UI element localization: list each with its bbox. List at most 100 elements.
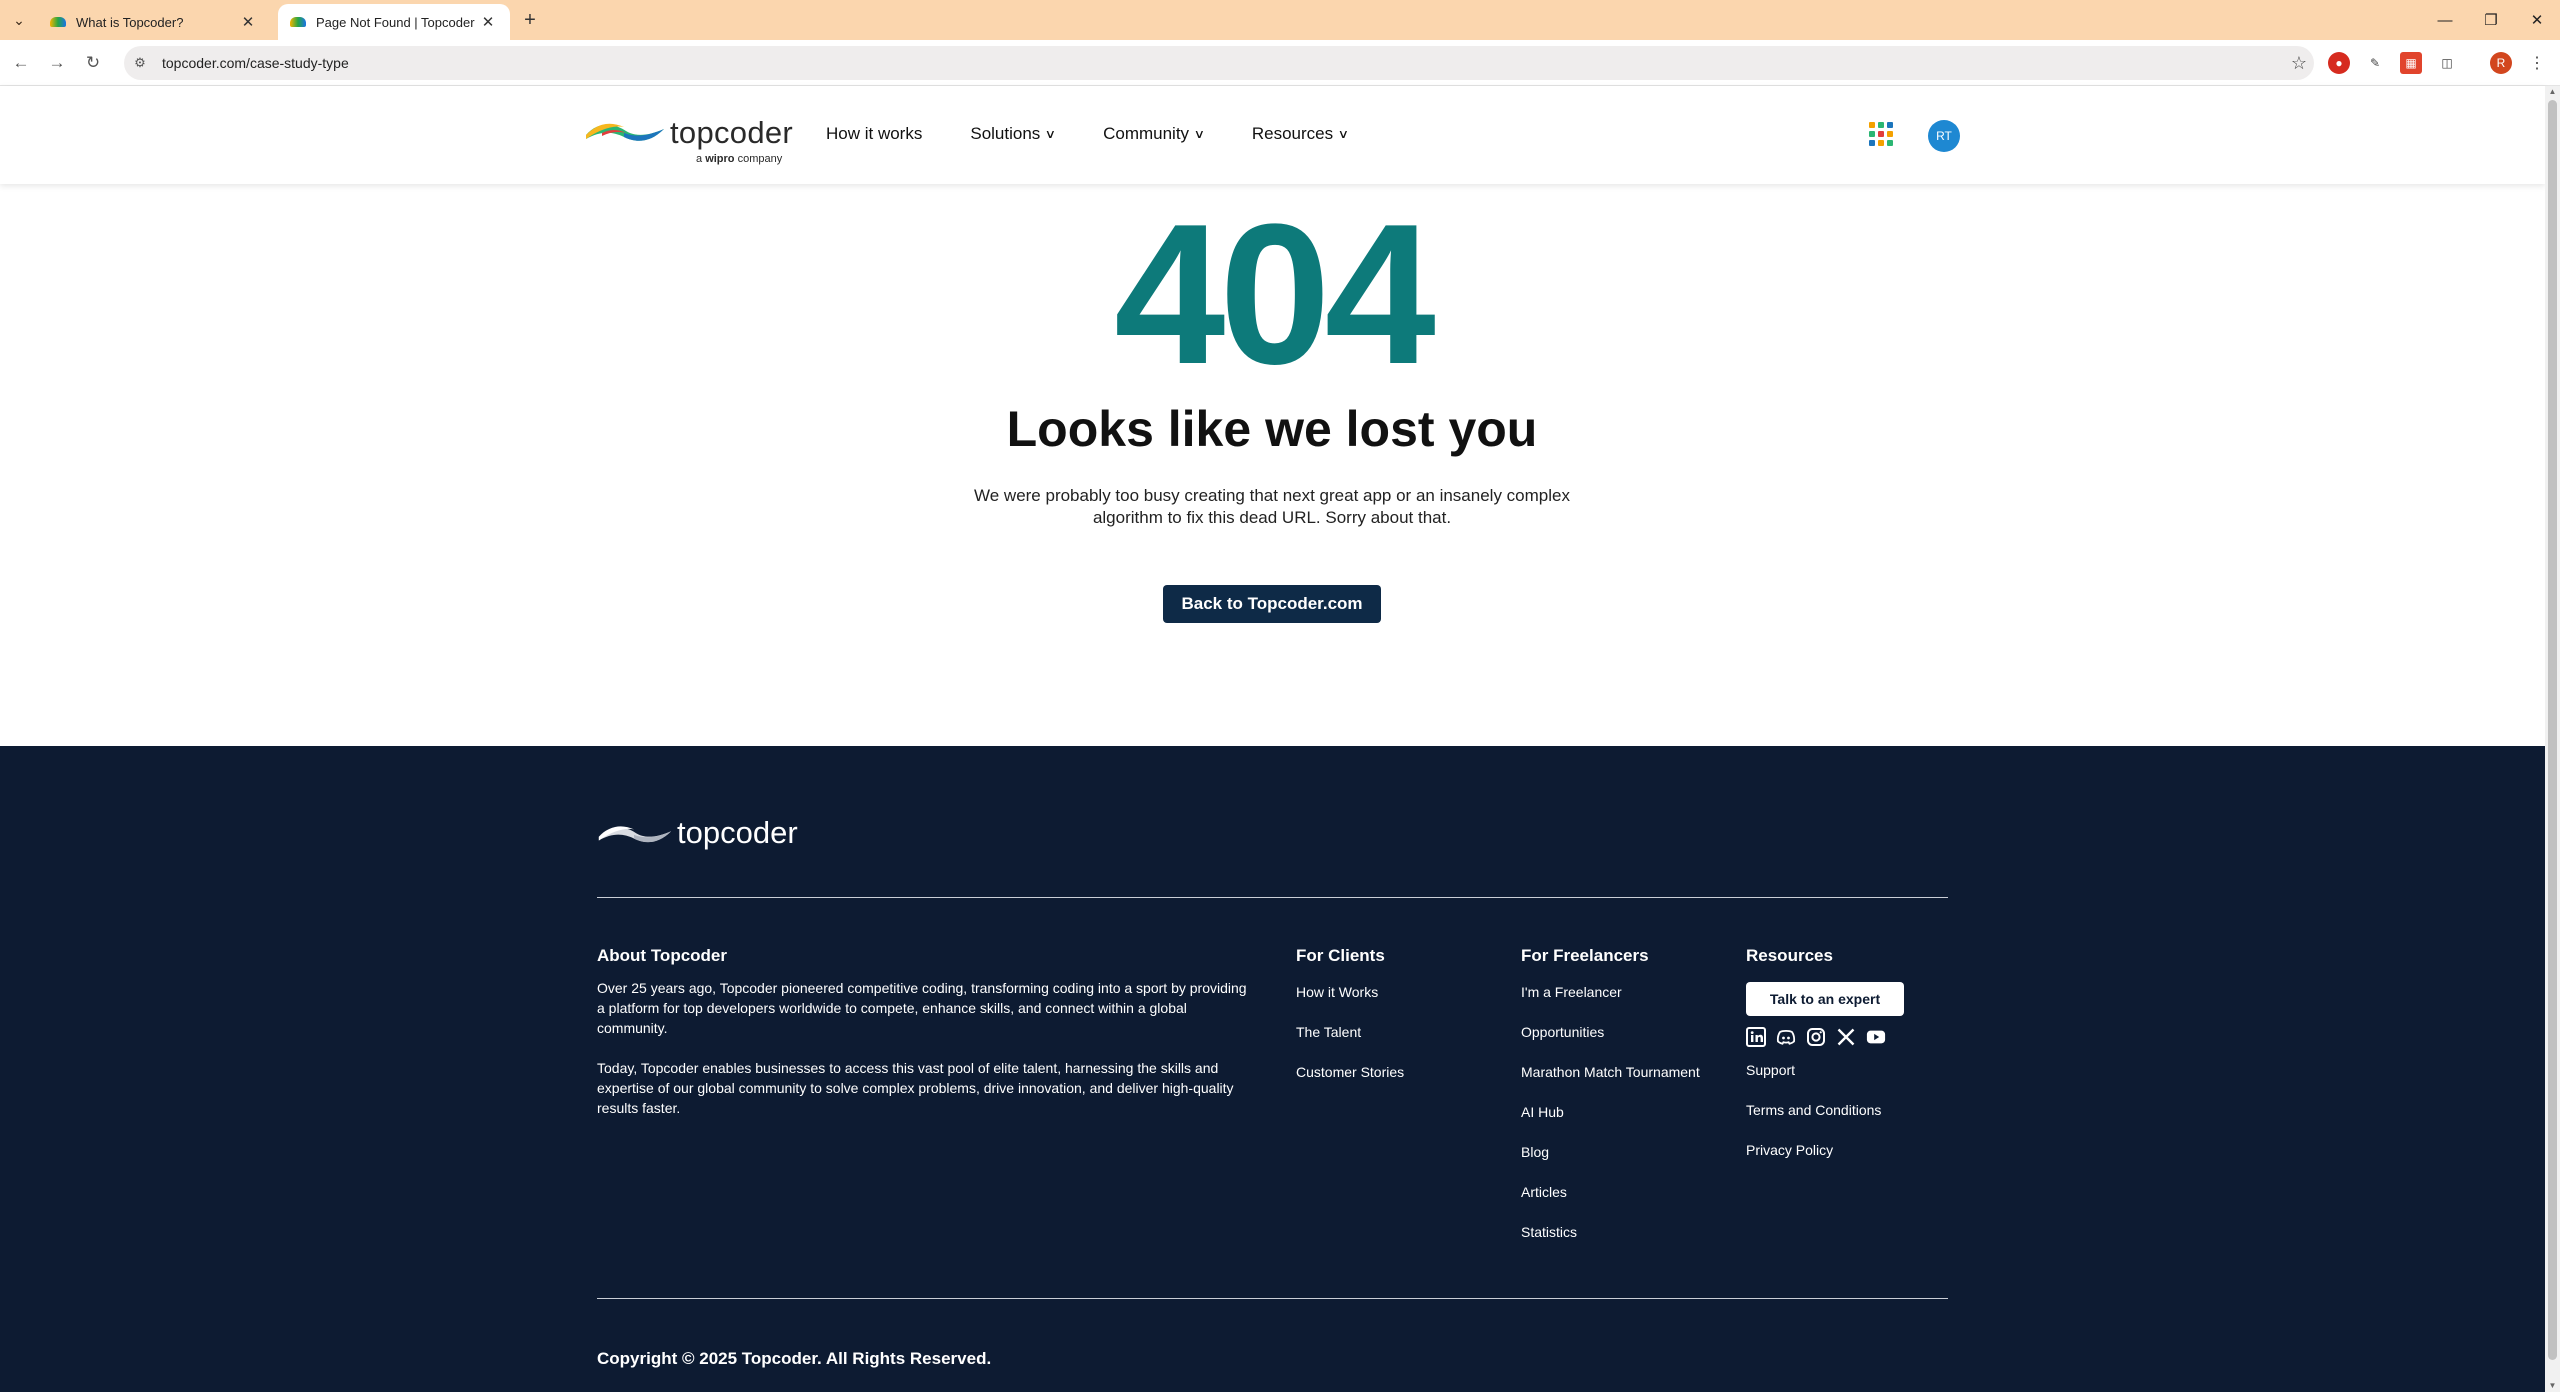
- tab-title: What is Topcoder?: [76, 14, 184, 30]
- close-icon[interactable]: ✕: [478, 13, 498, 31]
- footer-link-opportunities[interactable]: Opportunities: [1521, 1024, 1700, 1064]
- browser-tab-bar: ⌄ What is Topcoder? ✕ Page Not Found | T…: [0, 0, 2560, 40]
- topcoder-logo-mark-icon: [598, 826, 672, 843]
- tagline-brand: wipro: [705, 153, 735, 165]
- user-avatar[interactable]: RT: [1928, 120, 1960, 152]
- avatar-initials: RT: [1936, 129, 1952, 143]
- address-bar[interactable]: ⚙ topcoder.com/case-study-type ☆: [124, 46, 2314, 80]
- footer-clients-heading: For Clients: [1296, 946, 1385, 965]
- scrollbar-thumb[interactable]: [2548, 100, 2557, 1360]
- error-description: We were probably too busy creating that …: [960, 485, 1584, 529]
- nav-label: Solutions: [970, 124, 1041, 143]
- topcoder-favicon-icon: [50, 15, 66, 29]
- copyright-text: Copyright © 2025 Topcoder. All Rights Re…: [597, 1349, 992, 1368]
- footer-link-terms[interactable]: Terms and Conditions: [1746, 1102, 1904, 1142]
- footer-divider: [597, 1298, 1948, 1299]
- browser-tab[interactable]: What is Topcoder? ✕: [38, 4, 270, 40]
- tab-title: Page Not Found | Topcoder: [316, 14, 475, 30]
- url-text[interactable]: topcoder.com/case-study-type: [162, 55, 2284, 71]
- nav-label: Community: [1103, 124, 1190, 143]
- footer-about-text: Over 25 years ago, Topcoder pioneered co…: [597, 978, 1253, 1118]
- site-footer: topcoder About Topcoder Over 25 years ag…: [0, 746, 2545, 1392]
- chevron-down-icon: ∨: [1337, 127, 1350, 141]
- browser-menu-kebab-icon[interactable]: ⋮: [2526, 52, 2548, 74]
- logo-wordmark: topcoder: [670, 115, 794, 150]
- footer-link-how-it-works[interactable]: How it Works: [1296, 984, 1404, 1024]
- x-icon[interactable]: [1836, 1027, 1856, 1047]
- scroll-down-arrow-icon[interactable]: ▼: [2545, 1380, 2560, 1392]
- footer-about: About Topcoder Over 25 years ago, Topcod…: [597, 946, 1253, 1138]
- nav-how-it-works[interactable]: How it works: [826, 124, 922, 144]
- nav-resources[interactable]: Resources ∨: [1251, 124, 1350, 144]
- extension-pen-icon[interactable]: ✎: [2364, 52, 2386, 74]
- main-navigation: How it works Solutions ∨ Community ∨ Res…: [826, 124, 1350, 144]
- back-arrow-icon[interactable]: ←: [10, 52, 32, 74]
- forward-arrow-icon[interactable]: →: [46, 52, 68, 74]
- footer-link-marathon-match[interactable]: Marathon Match Tournament: [1521, 1064, 1700, 1104]
- footer-link-freelancer[interactable]: I'm a Freelancer: [1521, 984, 1700, 1024]
- social-links: [1746, 1026, 1904, 1048]
- error-code: 404: [1114, 183, 1436, 406]
- scroll-up-arrow-icon[interactable]: ▲: [2545, 86, 2560, 98]
- footer-resources: Resources Talk to an expert Support Term…: [1746, 946, 1904, 1182]
- app-grid-icon[interactable]: [1869, 122, 1893, 146]
- footer-about-paragraph: Over 25 years ago, Topcoder pioneered co…: [597, 980, 1247, 1036]
- logo-tagline: a wipro company: [696, 153, 782, 165]
- footer-link-support[interactable]: Support: [1746, 1062, 1904, 1102]
- profile-initial: R: [2496, 56, 2506, 70]
- error-heading: Looks like we lost you: [1006, 401, 1538, 457]
- nav-label: Resources: [1251, 124, 1334, 143]
- footer-link-statistics[interactable]: Statistics: [1521, 1224, 1700, 1264]
- extensions-puzzle-icon[interactable]: ◫: [2436, 52, 2458, 74]
- footer-link-the-talent[interactable]: The Talent: [1296, 1024, 1404, 1064]
- nav-community[interactable]: Community ∨: [1103, 124, 1206, 144]
- topcoder-logo[interactable]: topcoder a wipro company: [584, 115, 794, 177]
- site-settings-icon[interactable]: ⚙: [130, 55, 150, 71]
- footer-link-ai-hub[interactable]: AI Hub: [1521, 1104, 1700, 1144]
- nav-label: How it works: [826, 124, 923, 143]
- footer-freelancers-links: I'm a Freelancer Opportunities Marathon …: [1521, 984, 1700, 1264]
- footer-about-heading: About Topcoder: [597, 946, 727, 965]
- tagline-suffix: company: [737, 153, 783, 165]
- youtube-icon[interactable]: [1866, 1027, 1886, 1047]
- extension-red-icon[interactable]: ●: [2328, 52, 2350, 74]
- footer-link-privacy[interactable]: Privacy Policy: [1746, 1142, 1904, 1182]
- nav-solutions[interactable]: Solutions ∨: [970, 124, 1057, 144]
- linkedin-icon[interactable]: [1746, 1027, 1766, 1047]
- instagram-icon[interactable]: [1806, 1027, 1826, 1047]
- footer-link-customer-stories[interactable]: Customer Stories: [1296, 1064, 1404, 1104]
- extension-calendar-icon[interactable]: ▦: [2400, 52, 2422, 74]
- error-description-line: We were probably too busy creating that …: [974, 486, 1570, 505]
- page-scrollbar[interactable]: ▲ ▼: [2545, 86, 2560, 1392]
- footer-logo-wordmark: topcoder: [677, 815, 798, 850]
- footer-freelancers-heading: For Freelancers: [1521, 946, 1649, 965]
- bookmark-star-icon[interactable]: ☆: [2284, 53, 2314, 74]
- footer-resources-heading: Resources: [1746, 946, 1833, 965]
- profile-avatar[interactable]: R: [2490, 52, 2512, 74]
- reload-icon[interactable]: ↻: [82, 52, 104, 74]
- footer-clients: For Clients How it Works The Talent Cust…: [1296, 946, 1404, 1104]
- tab-search-chevron-icon[interactable]: ⌄: [6, 8, 32, 32]
- footer-about-paragraph: Today, Topcoder enables businesses to ac…: [597, 1060, 1234, 1116]
- browser-toolbar: ← → ↻ ⚙ topcoder.com/case-study-type ☆ ●…: [0, 40, 2560, 86]
- topcoder-logo-mark-icon: [586, 123, 664, 141]
- footer-link-articles[interactable]: Articles: [1521, 1184, 1700, 1224]
- footer-divider: [597, 897, 1948, 898]
- restore-icon[interactable]: ❐: [2468, 0, 2514, 40]
- tagline-prefix: a: [696, 153, 703, 165]
- close-icon[interactable]: ✕: [238, 13, 258, 31]
- minimize-icon[interactable]: —: [2422, 0, 2468, 40]
- back-to-topcoder-button[interactable]: Back to Topcoder.com: [1163, 585, 1381, 623]
- error-description-line: algorithm to fix this dead URL. Sorry ab…: [1092, 508, 1452, 527]
- browser-tab-active[interactable]: Page Not Found | Topcoder ✕: [278, 4, 510, 40]
- chevron-down-icon: ∨: [1193, 127, 1206, 141]
- footer-link-blog[interactable]: Blog: [1521, 1144, 1700, 1184]
- new-tab-plus-icon[interactable]: +: [518, 8, 542, 32]
- site-header: topcoder a wipro company How it works So…: [0, 86, 2545, 184]
- topcoder-favicon-icon: [290, 15, 306, 29]
- window-close-icon[interactable]: ✕: [2514, 0, 2560, 40]
- discord-icon[interactable]: [1776, 1027, 1796, 1047]
- chevron-down-icon: ∨: [1044, 127, 1057, 141]
- talk-to-expert-button[interactable]: Talk to an expert: [1746, 982, 1904, 1016]
- footer-clients-links: How it Works The Talent Customer Stories: [1296, 984, 1404, 1104]
